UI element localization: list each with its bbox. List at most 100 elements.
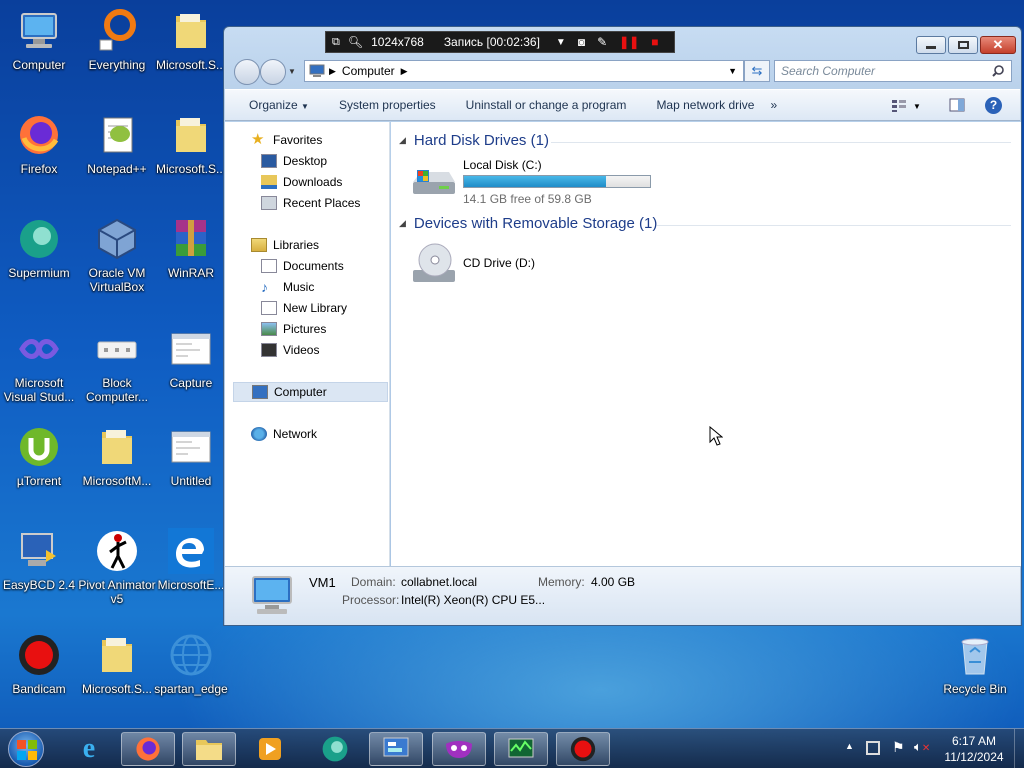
desktop-icon-folder-2[interactable]: Microsoft.S... (152, 112, 230, 176)
nav-documents[interactable]: Documents (261, 256, 344, 276)
pause-icon[interactable]: ❚❚ (619, 35, 639, 49)
media-player-icon (259, 738, 281, 760)
tray-network-icon[interactable] (866, 741, 880, 755)
desktop-icon-winrar[interactable]: WinRAR (152, 216, 230, 280)
desktop-icon-utorrent[interactable]: µTorrent (0, 424, 78, 488)
stop-icon[interactable]: ■ (651, 35, 658, 49)
maximize-button[interactable] (948, 36, 978, 54)
recorder-toolbar[interactable]: ⧉ 🔍︎ 1024x768 Запись [00:02:36] ▼ ◙ ✎ ❚❚… (325, 31, 675, 53)
nav-downloads[interactable]: Downloads (261, 172, 342, 192)
system-properties-button[interactable]: System properties (339, 98, 436, 112)
tray-show-hidden-icon[interactable]: ▲ (845, 741, 854, 751)
desktop-icon-bandicam[interactable]: Bandicam (0, 632, 78, 696)
start-button[interactable] (8, 731, 44, 767)
search-input[interactable]: Search Computer (774, 60, 1012, 82)
desktop-icon-folder-3[interactable]: MicrosoftM... (78, 424, 156, 488)
drive-c-usage-bar (463, 175, 651, 188)
nav-computer[interactable]: Computer (233, 382, 388, 402)
desktop-icon-virtualbox[interactable]: Oracle VM VirtualBox (78, 216, 156, 294)
address-dropdown[interactable]: ▼ (728, 66, 737, 76)
close-button[interactable]: ✕ (980, 36, 1016, 54)
group-hard-disk-drives[interactable]: ◢ Hard Disk Drives (1) (399, 132, 549, 149)
firefox-icon (20, 116, 59, 154)
drive-cd-d[interactable]: CD Drive (D:) (409, 242, 659, 290)
map-network-drive-button[interactable]: Map network drive (656, 98, 754, 112)
recorder-dropdown-icon[interactable]: ▼ (556, 37, 566, 48)
show-desktop-button[interactable] (1014, 729, 1024, 768)
desktop-icon-folder-4[interactable]: Microsoft.S... (78, 632, 156, 696)
desktop-icon-capture[interactable]: Capture (152, 326, 230, 390)
pencil-icon[interactable]: ✎ (597, 35, 607, 49)
recent-pages-dropdown[interactable]: ▼ (288, 67, 296, 76)
change-view-button[interactable]: ▼ (891, 98, 925, 114)
taskbar-firefox[interactable] (121, 732, 175, 766)
nav-videos[interactable]: Videos (261, 340, 319, 360)
forward-button[interactable] (260, 59, 286, 85)
preview-pane-icon (949, 98, 965, 112)
desktop-icon-firefox[interactable]: Firefox (0, 112, 78, 176)
nav-libraries[interactable]: Libraries (251, 235, 319, 255)
image-file-icon (171, 333, 211, 365)
magnifier-icon[interactable]: 🔍︎ (348, 35, 363, 49)
more-commands-button[interactable]: » (770, 98, 777, 112)
nav-music[interactable]: ♪ Music (261, 277, 314, 297)
desktop-icon-edge[interactable]: MicrosoftE... (152, 528, 230, 592)
control-panel-icon (383, 737, 409, 757)
preview-pane-button[interactable] (949, 98, 965, 115)
desktop-icon-easybcd[interactable]: EasyBCD 2.4 (0, 528, 78, 592)
breadcrumb-computer[interactable]: Computer (342, 64, 395, 78)
desktop-icon-supermium[interactable]: Supermium (0, 216, 78, 280)
group-removable-storage[interactable]: ◢ Devices with Removable Storage (1) (399, 215, 657, 232)
desktop-icon-untitled[interactable]: Untitled (152, 424, 230, 488)
desktop-icon-everything[interactable]: Everything (78, 8, 156, 72)
tray-clock[interactable]: 6:17 AM 11/12/2024 (938, 733, 1010, 765)
tray-flag-icon[interactable]: ⚑ (892, 739, 905, 756)
minimize-button[interactable] (916, 36, 946, 54)
breadcrumb-arrow[interactable]: ▶ (401, 66, 408, 77)
processor-label: Processor: (342, 593, 400, 607)
window-mode-icon[interactable]: ⧉ (332, 36, 340, 49)
uninstall-program-button[interactable]: Uninstall or change a program (466, 98, 627, 112)
tray-volume-muted-icon[interactable]: 🔈︎✕ (914, 739, 930, 755)
nav-recent-places[interactable]: Recent Places (261, 193, 360, 213)
refresh-button[interactable]: ⇆ (744, 60, 770, 82)
help-button[interactable]: ? (985, 97, 1002, 114)
address-bar[interactable]: ▶ Computer ▶ ▼ (304, 60, 744, 82)
taskbar-media-player[interactable] (243, 732, 297, 766)
taskbar-bandicam[interactable] (556, 732, 610, 766)
drive-c-free-space: 14.1 GB free of 59.8 GB (463, 192, 592, 206)
nav-favorites[interactable]: ★ Favorites (251, 130, 322, 150)
desktop-icon-pivot[interactable]: Pivot Animator v5 (78, 528, 156, 606)
organize-button[interactable]: Organize ▼ (249, 98, 309, 112)
everything-icon (99, 9, 136, 51)
supermium-icon (322, 736, 348, 762)
taskbar-supermium[interactable] (308, 732, 362, 766)
taskbar-ie[interactable]: e (62, 732, 116, 766)
nav-new-library[interactable]: New Library (261, 298, 347, 318)
desktop-icon-visual-studio[interactable]: Microsoft Visual Stud... (0, 326, 78, 404)
desktop-icon-block-computer[interactable]: Block Computer... (78, 326, 156, 404)
nav-desktop[interactable]: Desktop (261, 151, 327, 171)
nav-network[interactable]: Network (251, 424, 317, 444)
videos-icon (261, 343, 277, 357)
nav-pictures[interactable]: Pictures (261, 319, 326, 339)
camera-icon[interactable]: ◙ (578, 35, 585, 49)
supermium-icon (20, 220, 58, 258)
desktop-icon-recycle-bin[interactable]: Recycle Bin (936, 632, 1014, 696)
desktop-icon-spartan-edge[interactable]: spartan_edge (152, 632, 230, 696)
drive-local-disk-c[interactable]: Local Disk (C:) 14.1 GB free of 59.8 GB (409, 158, 659, 206)
desktop-icon-computer[interactable]: Computer (0, 8, 78, 72)
taskbar-explorer[interactable] (182, 732, 236, 766)
virtualbox-icon (98, 218, 136, 260)
back-button[interactable] (234, 59, 260, 85)
taskbar-task-manager[interactable] (494, 732, 548, 766)
recycle-bin-icon (961, 638, 989, 675)
taskbar-sandboxie[interactable] (432, 732, 486, 766)
winrar-icon (176, 220, 206, 256)
taskbar-control-panel[interactable] (369, 732, 423, 766)
computer-icon (309, 64, 325, 77)
folder-icon (196, 740, 222, 760)
desktop-icon-folder-1[interactable]: Microsoft.S... (152, 8, 230, 72)
desktop-icon-notepadpp[interactable]: Notepad++ (78, 112, 156, 176)
explorer-window[interactable]: ✕ ▼ ▶ Computer ▶ ▼ ⇆ Search Computer Org… (223, 26, 1022, 626)
